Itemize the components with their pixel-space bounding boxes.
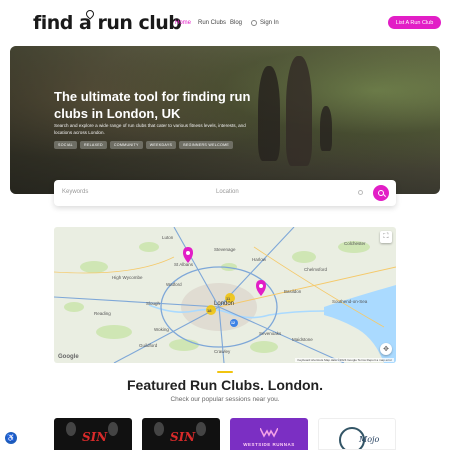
club-card[interactable]: SIN xyxy=(142,418,220,450)
keywords-input[interactable]: Keywords xyxy=(62,189,88,195)
nav-blog[interactable]: Blog xyxy=(230,20,242,26)
card-figure xyxy=(196,422,206,436)
club-card[interactable]: Mojo xyxy=(318,418,396,450)
card-logo: SIN xyxy=(170,430,196,444)
westside-logo-icon xyxy=(260,428,278,438)
camera-control-icon: ✥ xyxy=(383,346,389,353)
site-header: find a run club Home Run Clubs Blog Sign… xyxy=(0,0,450,46)
fullscreen-icon: ⛶ xyxy=(383,233,389,240)
map-label-colchester: Colchester xyxy=(344,241,366,246)
locate-me-icon[interactable] xyxy=(358,190,363,195)
list-run-club-button[interactable]: List A Run Club xyxy=(388,16,441,29)
map-label-southend: Southend-on-Sea xyxy=(332,299,368,304)
map-label-stevenage: Stevenage xyxy=(214,247,236,252)
sign-in-label: Sign In xyxy=(260,20,279,26)
card-figure xyxy=(66,422,76,436)
map-label-london: London xyxy=(214,301,235,307)
hero-banner: The ultimate tool for finding run clubs … xyxy=(10,46,440,194)
search-bar: Keywords Location xyxy=(54,180,396,206)
nav-run-clubs[interactable]: Run Clubs xyxy=(198,20,226,26)
nav-home[interactable]: Home xyxy=(175,20,191,26)
hero-subtitle: Search and explore a wide range of run c… xyxy=(54,123,246,135)
location-input[interactable]: Location xyxy=(216,189,239,195)
tag-list: SOCIAL RELAXED COMMUNITY WEEKDAYS BEGINN… xyxy=(54,141,234,149)
fullscreen-button[interactable]: ⛶ xyxy=(380,231,392,243)
map-label-harlow: Harlow xyxy=(252,257,267,262)
map-camera-control[interactable]: ✥ xyxy=(380,343,392,355)
map-label-luton: Luton xyxy=(162,235,174,240)
map-label-woking: Woking xyxy=(154,327,169,332)
map-label-chelmsford: Chelmsford xyxy=(304,267,328,272)
cluster-count[interactable]: 12 xyxy=(231,321,235,325)
site-logo[interactable]: find a run club xyxy=(33,12,182,34)
google-logo: Google xyxy=(58,354,79,360)
featured-subtitle: Check our popular sessions near you. xyxy=(170,396,280,403)
section-accent-line xyxy=(217,371,233,373)
tag-community[interactable]: COMMUNITY xyxy=(109,141,143,149)
map-label-guildford: Guildford xyxy=(139,343,158,348)
map-label-reading: Reading xyxy=(94,311,111,316)
tag-social[interactable]: SOCIAL xyxy=(54,141,77,149)
run-clubs-map[interactable]: 11 18 12 London Luton St Albans Stevenag… xyxy=(54,227,396,363)
map-label-maidstone: Maidstone xyxy=(292,337,313,342)
cluster-count[interactable]: 18 xyxy=(207,308,211,313)
map-label-high-wycombe: High Wycombe xyxy=(112,275,143,280)
sign-in-link[interactable]: Sign In xyxy=(251,20,279,26)
map-label-slough: Slough xyxy=(146,301,161,306)
club-card[interactable]: SIN xyxy=(54,418,132,450)
map-attribution[interactable]: Keyboard shortcuts Map data ©2024 Google… xyxy=(295,358,394,362)
tag-beginners-welcome[interactable]: BEGINNERS WELCOME xyxy=(179,141,234,149)
user-icon xyxy=(251,20,257,26)
map-label-crawley: Crawley xyxy=(214,349,231,354)
card-logo: Mojo xyxy=(359,435,380,444)
map-label-st-albans: St Albans xyxy=(174,262,194,267)
club-card[interactable]: WESTSIDE RUNNAS xyxy=(230,418,308,450)
card-figure xyxy=(154,422,164,436)
card-logo: WESTSIDE RUNNAS xyxy=(243,442,295,447)
card-logo: SIN xyxy=(82,430,108,444)
map-label-sevenoaks: Sevenoaks xyxy=(259,331,282,336)
accessibility-button[interactable]: ♿ xyxy=(5,432,17,444)
map-label-basildon: Basildon xyxy=(284,289,302,294)
accessibility-icon: ♿ xyxy=(6,435,16,442)
map-label-watford: Watford xyxy=(166,282,182,287)
featured-title: Featured Run Clubs. London. xyxy=(127,377,323,393)
hero-title: The ultimate tool for finding run clubs … xyxy=(54,89,251,121)
search-icon xyxy=(378,190,384,196)
tag-relaxed[interactable]: RELAXED xyxy=(79,141,107,149)
tag-weekdays[interactable]: WEEKDAYS xyxy=(145,141,177,149)
card-figure xyxy=(108,422,118,436)
search-button[interactable] xyxy=(373,185,389,201)
